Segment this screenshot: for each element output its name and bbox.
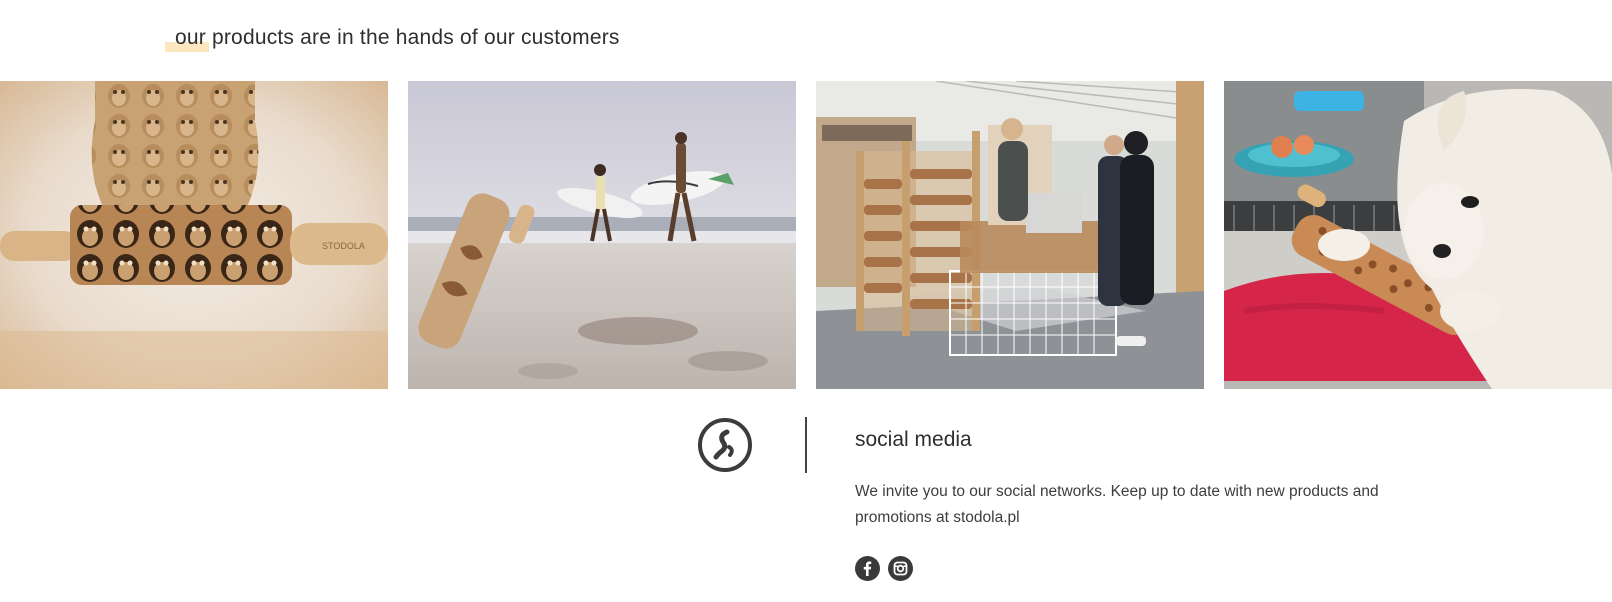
gallery-photo-beach-surfers[interactable] xyxy=(408,81,796,389)
section-heading: our products are in the hands of our cus… xyxy=(175,26,620,49)
social-title: social media xyxy=(855,428,972,451)
gallery-photo-dog[interactable] xyxy=(1224,81,1612,389)
instagram-icon[interactable] xyxy=(888,556,913,581)
social-links xyxy=(855,556,913,581)
photo-trade-fair-stand xyxy=(816,81,1204,389)
gallery-photo-penguin-rolling-pin[interactable]: STODOLA xyxy=(0,81,388,389)
section-heading-wrap: our products are in the hands of our cus… xyxy=(165,26,620,52)
social-description: We invite you to our social networks. Ke… xyxy=(855,483,1379,526)
photo-penguin-rolling-pin: STODOLA xyxy=(0,81,388,389)
gallery-photo-trade-fair[interactable] xyxy=(816,81,1204,389)
stodola-logo-icon xyxy=(697,417,753,473)
facebook-icon[interactable] xyxy=(855,556,880,581)
photo-dog-rolling-pin xyxy=(1224,81,1612,389)
vertical-divider xyxy=(805,417,807,473)
customer-gallery: STODOLA xyxy=(0,81,1612,389)
engraving-text: STODOLA xyxy=(322,241,365,251)
photo-beach-surfers xyxy=(408,81,796,389)
